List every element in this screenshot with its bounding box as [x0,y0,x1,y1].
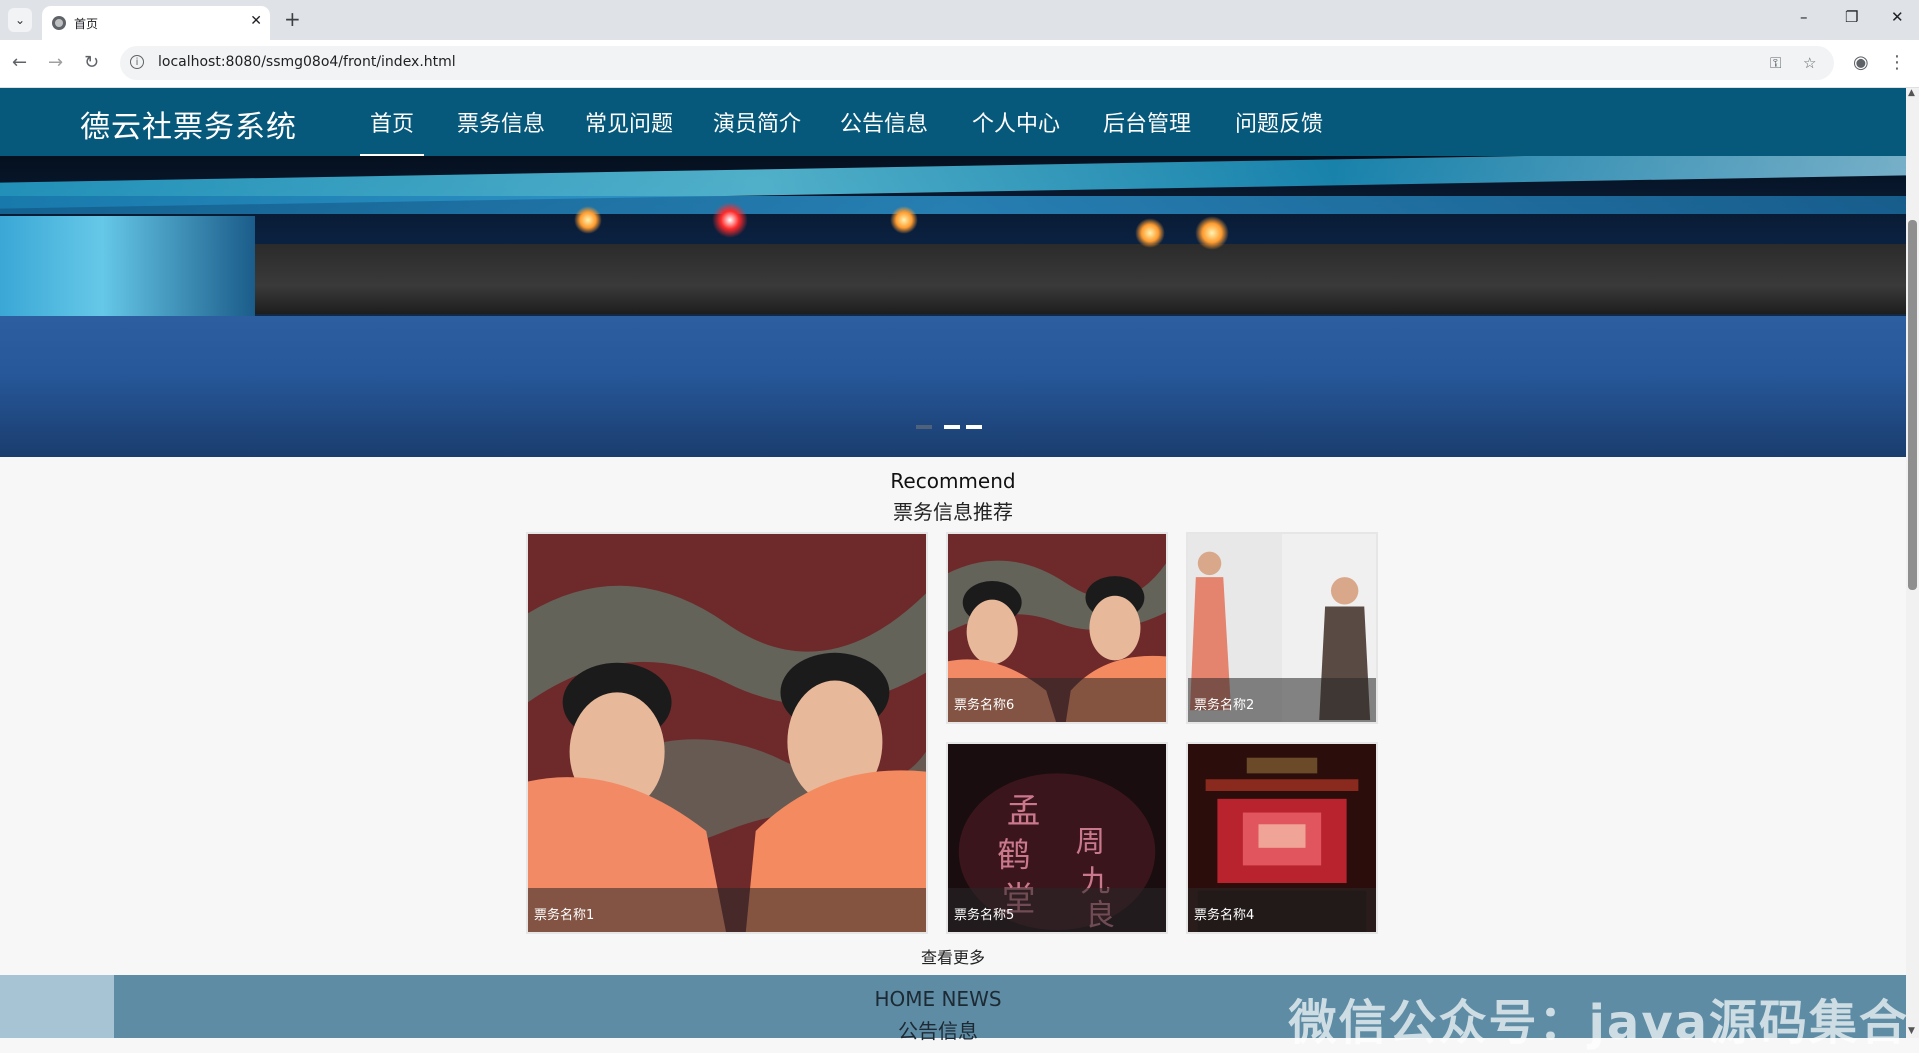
ticket-name: 票务名称2 [1188,678,1376,722]
back-arrow-icon[interactable]: ← [12,52,27,73]
menu-item-notices[interactable]: 公告信息 [840,106,928,138]
ticket-card[interactable]: 孟 鹤 堂 周 九 良 票务名称5 [946,742,1168,934]
close-tab-icon[interactable]: ✕ [250,13,262,29]
menu-item-admin[interactable]: 后台管理 [1103,106,1191,138]
site-title: 德云社票务系统 [80,110,297,145]
restore-button[interactable]: ❐ [1845,8,1858,26]
carousel-dot[interactable] [916,425,932,429]
browser-tab-active[interactable]: 首页 ✕ [42,6,270,40]
banner-water [0,316,1906,457]
menu-item-faq[interactable]: 常见问题 [585,106,673,138]
ticket-card[interactable]: 票务名称1 [526,532,928,934]
globe-icon [52,16,66,30]
browser-menu-icon[interactable]: ⋮ [1888,52,1906,73]
ticket-card[interactable]: 票务名称6 [946,532,1168,724]
banner-carousel[interactable] [0,156,1906,457]
scroll-down-arrow-icon[interactable]: ▼ [1908,1026,1915,1036]
site-header: 德云社票务系统 首页 票务信息 常见问题 演员简介 公告信息 个人中心 后台管理… [0,88,1906,157]
menu-item-feedback[interactable]: 问题反馈 [1235,106,1323,138]
site-info-icon[interactable]: i [130,55,144,69]
menu-item-tickets[interactable]: 票务信息 [457,106,545,138]
profile-icon[interactable]: ◉ [1853,52,1869,73]
svg-text:鹤: 鹤 [997,835,1030,874]
menu-item-actors[interactable]: 演员简介 [713,106,801,138]
forward-arrow-icon[interactable]: → [48,52,63,73]
url-text[interactable]: localhost:8080/ssmg08o4/front/index.html [158,54,456,70]
banner-light [1195,216,1229,250]
ticket-card[interactable]: 票务名称2 [1186,532,1378,724]
minimize-button[interactable]: – [1800,8,1808,26]
ticket-name: 票务名称1 [528,888,926,932]
ticket-card[interactable]: 票务名称4 [1186,742,1378,934]
password-key-icon[interactable]: ⚿ [1770,54,1781,72]
banner-light [890,206,918,234]
view-more-link[interactable]: 查看更多 [0,944,1906,968]
ticket-name: 票务名称5 [948,888,1166,932]
tab-list-button[interactable]: ⌄ [8,8,32,32]
page-scrollbar-thumb[interactable] [1908,220,1917,590]
recommend-title-cn: 票务信息推荐 [893,500,1013,524]
recommend-title-en: Recommend [890,469,1016,493]
banner-light [1135,218,1165,248]
window-close-button[interactable]: ✕ [1891,8,1904,26]
browser-toolbar: ← → ↻ i localhost:8080/ssmg08o4/front/in… [0,40,1919,88]
reload-icon[interactable]: ↻ [84,52,99,73]
banner-light [712,202,748,238]
carousel-dot-active[interactable] [944,425,960,429]
ticket-name: 票务名称6 [948,678,1166,722]
scroll-up-arrow-icon[interactable]: ▲ [1908,88,1915,98]
menu-item-profile[interactable]: 个人中心 [972,106,1060,138]
tab-title: 首页 [74,17,99,31]
banner-shore [240,244,1906,314]
address-bar[interactable]: i localhost:8080/ssmg08o4/front/index.ht… [120,46,1834,80]
watermark-text: 微信公众号：java源码集合 [1288,995,1909,1051]
ticket-name: 票务名称4 [1188,888,1376,932]
ticket-image [528,534,926,932]
carousel-dot[interactable] [966,425,982,429]
banner-bridge-deck [0,196,1906,214]
banner-light [574,206,602,234]
svg-text:孟: 孟 [1007,791,1040,830]
bookmark-star-icon[interactable]: ☆ [1803,54,1816,72]
svg-text:周: 周 [1076,825,1105,859]
browser-tabstrip: ⌄ 首页 ✕ + – ❐ ✕ [0,0,1919,40]
menu-item-home[interactable]: 首页 [359,106,425,157]
new-tab-button[interactable]: + [284,8,301,30]
